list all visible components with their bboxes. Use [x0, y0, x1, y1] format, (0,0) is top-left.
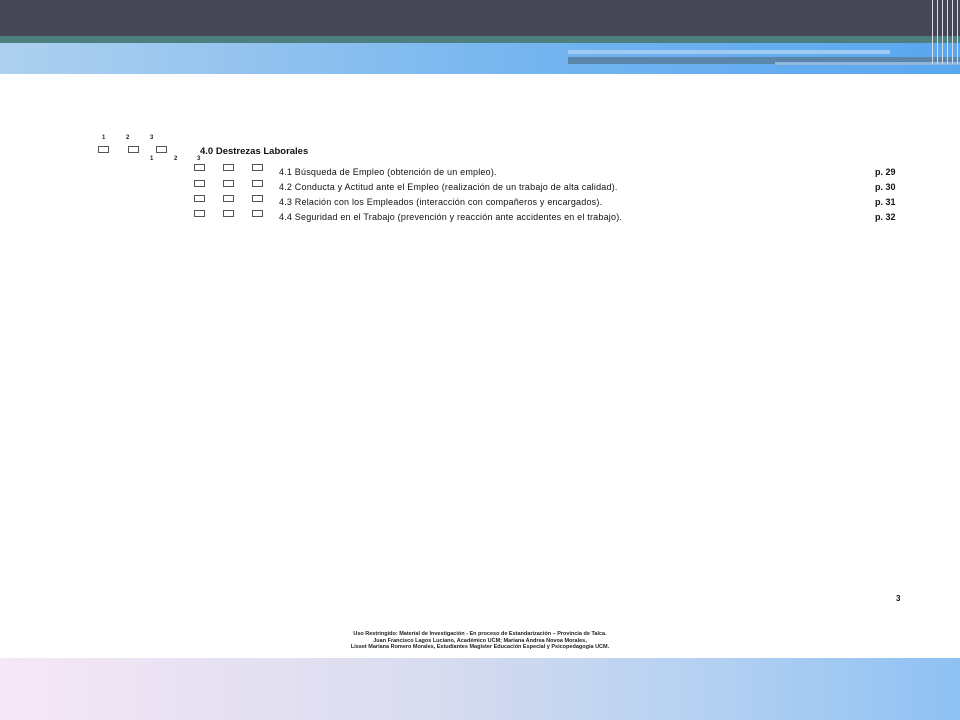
slide-header-lines	[930, 0, 960, 64]
page-number: 3	[896, 594, 901, 603]
section-title: 4.0 Destrezas Laborales	[200, 146, 309, 157]
footer-line: Uso Restringido: Material de Investigaci…	[353, 631, 607, 637]
footer-note: Uso Restringido: Material de Investigaci…	[230, 631, 730, 651]
slide-header-band	[568, 50, 890, 54]
item-page: p. 29	[875, 167, 896, 177]
section-checkbox-2[interactable]	[128, 146, 139, 153]
column-number: 1	[150, 156, 154, 162]
item-page: p. 31	[875, 197, 896, 207]
column-number: 3	[197, 156, 201, 162]
item-checkbox[interactable]	[223, 195, 234, 202]
item-text: 4.1 Búsqueda de Empleo (obtención de un …	[279, 167, 497, 177]
item-checkbox[interactable]	[252, 210, 263, 217]
footer-line: Lisset Mariana Romero Morales, Estudiant…	[350, 644, 610, 651]
item-checkbox[interactable]	[252, 164, 263, 171]
item-page: p. 30	[875, 182, 896, 192]
item-checkbox[interactable]	[223, 164, 234, 171]
column-number: 2	[174, 156, 178, 162]
item-checkbox[interactable]	[194, 180, 205, 187]
item-checkbox[interactable]	[194, 195, 205, 202]
item-text: 4.4 Seguridad en el Trabajo (prevención …	[279, 212, 623, 222]
item-text: 4.3 Relación con los Empleados (interacc…	[279, 197, 603, 207]
item-checkbox[interactable]	[223, 210, 234, 217]
item-checkbox[interactable]	[252, 195, 263, 202]
item-checkbox[interactable]	[194, 210, 205, 217]
column-number: 1	[102, 135, 106, 141]
column-number: 2	[126, 135, 130, 141]
footer-line: Juan Francisco Lagos Luciano, Académico …	[373, 637, 587, 644]
section-checkbox-1[interactable]	[98, 146, 109, 153]
slide-header-bar	[0, 0, 960, 36]
item-checkbox[interactable]	[252, 180, 263, 187]
slide-header-stripe	[0, 36, 960, 43]
item-checkbox[interactable]	[223, 180, 234, 187]
item-page: p. 32	[875, 212, 896, 222]
slide-footer-band	[0, 658, 960, 720]
item-checkbox[interactable]	[194, 164, 205, 171]
item-text: 4.2 Conducta y Actitud ante el Empleo (r…	[279, 182, 618, 192]
column-number: 3	[150, 135, 154, 141]
section-checkbox-3[interactable]	[156, 146, 167, 153]
